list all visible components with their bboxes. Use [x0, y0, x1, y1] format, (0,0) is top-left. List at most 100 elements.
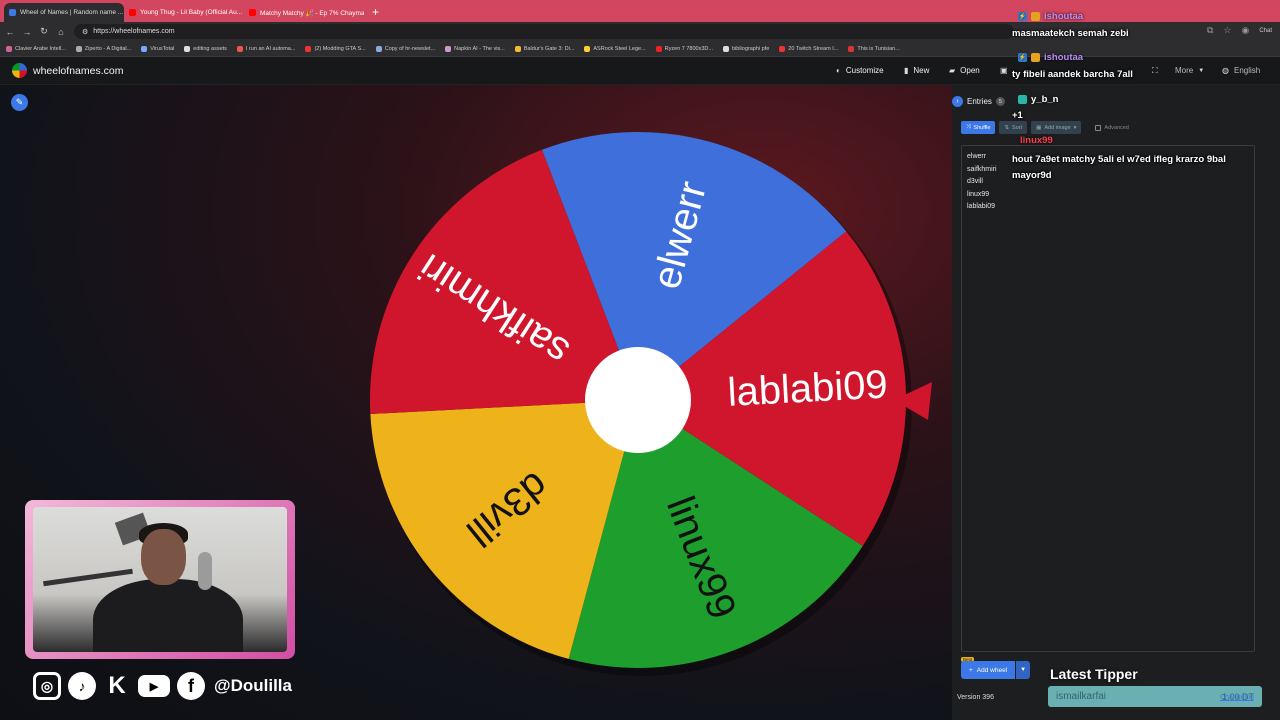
customize-label: Customize [845, 66, 884, 75]
bookmark-label: (2) Modding GTA S... [314, 45, 366, 52]
add-wheel-button[interactable]: + Add wheel [961, 661, 1016, 679]
bookmark-label: Baldur's Gate 3: Di... [523, 45, 575, 52]
entries-count-badge: 5 [995, 97, 1005, 106]
instagram-icon: ◎ [33, 672, 61, 700]
profile-icon[interactable]: ◉ [1241, 25, 1249, 36]
customize-button[interactable]: ◐ Customize [836, 66, 884, 75]
bookmark-item[interactable]: Baldur's Gate 3: Di... [514, 45, 575, 52]
chat-user-name: ishoutaa [1044, 52, 1084, 63]
entries-textarea[interactable]: elwerr saifkhmiri d3vill linux99 lablabi09 [961, 145, 1255, 652]
bookmark-label: Clavier Arabe Intell... [15, 45, 66, 52]
bookmark-item[interactable]: VirusTotal [141, 45, 175, 52]
bookmark-favicon-icon [236, 45, 243, 52]
wheel-center-button[interactable] [585, 347, 691, 453]
latest-tipper-title: Latest Tipper [1050, 666, 1138, 682]
bookmark-favicon-icon [655, 45, 662, 52]
chat-message: +1 [1012, 110, 1023, 121]
wheel-logo-icon[interactable] [12, 63, 27, 78]
browser-tab[interactable]: Matchy Matchy 🎉 - Ep 7% Chayma... ✕ [244, 3, 364, 22]
entries-tab-label: Entries [967, 97, 992, 106]
sort-button[interactable]: ⇅ Sort [999, 121, 1028, 134]
bookmark-label: Napkin AI - The vis... [454, 45, 505, 52]
sort-label: Sort [1012, 124, 1023, 131]
bookmark-label: Ryzen 7 7800x3D... [664, 45, 713, 52]
bookmark-item[interactable]: Clavier Arabe Intell... [6, 45, 66, 52]
changelog-link[interactable]: Changelog [1220, 694, 1254, 701]
bookmark-item[interactable]: I run an AI automa... [236, 45, 295, 52]
webcam-video [33, 507, 287, 652]
bookmark-favicon-icon [141, 45, 148, 52]
bookmark-label: This is Tunisian... [857, 45, 900, 52]
shuffle-button[interactable]: ⤨ Shuffle [961, 121, 996, 134]
globe-icon: ◍ [1222, 66, 1229, 75]
bookmark-item[interactable]: ASRock Steel Lege... [584, 45, 646, 52]
chat-username: linux99 [1020, 135, 1053, 146]
entry-line[interactable]: linux99 [967, 189, 1249, 202]
bookmark-favicon-icon [514, 45, 521, 52]
bookmark-label: Copy of hr-newslet... [384, 45, 436, 52]
open-button[interactable]: ▰ Open [949, 66, 980, 75]
entry-line[interactable]: lablabi09 [967, 201, 1249, 214]
chat-user-name: ishoutaa [1044, 11, 1084, 22]
extensions-icon[interactable]: ⧉ [1207, 25, 1213, 36]
add-wheel-dropdown[interactable]: ▼ [1016, 661, 1031, 679]
bookmark-label: ASRock Steel Lege... [593, 45, 646, 52]
advanced-checkbox[interactable]: Advanced [1095, 124, 1129, 131]
tiktok-icon: ♪ [68, 672, 96, 700]
language-button[interactable]: ◍ English [1222, 66, 1260, 75]
prime-badge-icon: ⚡ [1018, 12, 1027, 21]
chevron-down-icon: ▼ [1198, 67, 1205, 74]
sub-badge-icon [1031, 53, 1040, 62]
palette-icon: ◐ [836, 66, 841, 75]
tipper-name: ismailkarfai [1056, 691, 1107, 702]
site-info-icon[interactable]: ⚙ [82, 28, 88, 36]
social-links: ◎ ♪ K ▶ f @Doulilla [33, 672, 292, 700]
checkbox-icon [1095, 124, 1102, 131]
browser-tab[interactable]: Young Thug - Lil Baby (Official Au... ✕ [124, 3, 244, 22]
new-button[interactable]: ▮ New [904, 66, 929, 75]
bookmark-item[interactable]: (2) Modding GTA S... [305, 45, 366, 52]
site-name[interactable]: wheelofnames.com [33, 65, 123, 77]
add-image-button[interactable]: ▦ Add image ▾ [1031, 121, 1082, 134]
bookmark-item[interactable]: bibliographi pfe [722, 45, 769, 52]
bookmark-label: VirusTotal [150, 45, 175, 52]
bookmark-label: 20 Twitch Stream I... [788, 45, 839, 52]
sub-badge-icon [1031, 12, 1040, 21]
bookmark-item[interactable]: This is Tunisian... [848, 45, 900, 52]
home-icon[interactable]: ⌂ [54, 27, 68, 37]
bookmark-favicon-icon [848, 45, 855, 52]
chat-username: ⚡ ishoutaa [1018, 52, 1083, 63]
chat-username: y_b_n [1018, 94, 1058, 105]
sort-icon: ⇅ [1004, 124, 1010, 131]
bookmark-favicon-icon [779, 45, 786, 52]
back-icon[interactable]: ← [3, 27, 17, 37]
plus-icon: + [969, 666, 973, 674]
file-icon: ▮ [904, 66, 909, 75]
wheel-favicon-icon [9, 9, 16, 16]
reload-icon[interactable]: ↻ [37, 26, 51, 37]
save-icon[interactable]: ▣ [1000, 66, 1008, 75]
bookmark-star-icon[interactable]: ☆ [1223, 25, 1231, 36]
bookmark-favicon-icon [445, 45, 452, 52]
bookmark-favicon-icon [184, 45, 191, 52]
chat-message: ty fibeli aandek barcha 7all [1012, 69, 1133, 80]
chevron-right-icon[interactable]: › [952, 96, 963, 107]
new-tab-button[interactable]: + [364, 5, 387, 22]
more-button[interactable]: More ▼ [1175, 66, 1204, 75]
wheel-segment-label: lablabi09 [727, 363, 889, 415]
tab-entries[interactable]: › Entries 5 [952, 96, 1005, 107]
bookmark-item[interactable]: Napkin AI - The vis... [445, 45, 505, 52]
fullscreen-icon[interactable]: ⛶ [1152, 66, 1158, 76]
new-label: New [913, 66, 930, 75]
forward-icon[interactable]: → [20, 27, 34, 37]
bookmark-item[interactable]: 20 Twitch Stream I... [779, 45, 839, 52]
prime-badge-icon: ⚡ [1018, 53, 1027, 62]
bookmark-item[interactable]: Ryzen 7 7800x3D... [655, 45, 713, 52]
youtube-favicon-icon [249, 9, 256, 16]
chat-button[interactable]: Chat [1259, 28, 1272, 34]
bookmark-item[interactable]: Copy of hr-newslet... [375, 45, 436, 52]
browser-tab[interactable]: Wheel of Names | Random name ... ✕ [4, 3, 124, 22]
bookmark-item[interactable]: editing assets [184, 45, 227, 52]
bookmark-item[interactable]: Ziperto - A Digital... [75, 45, 131, 52]
url-field[interactable]: ⚙ https://wheelofnames.com [74, 24, 1014, 39]
